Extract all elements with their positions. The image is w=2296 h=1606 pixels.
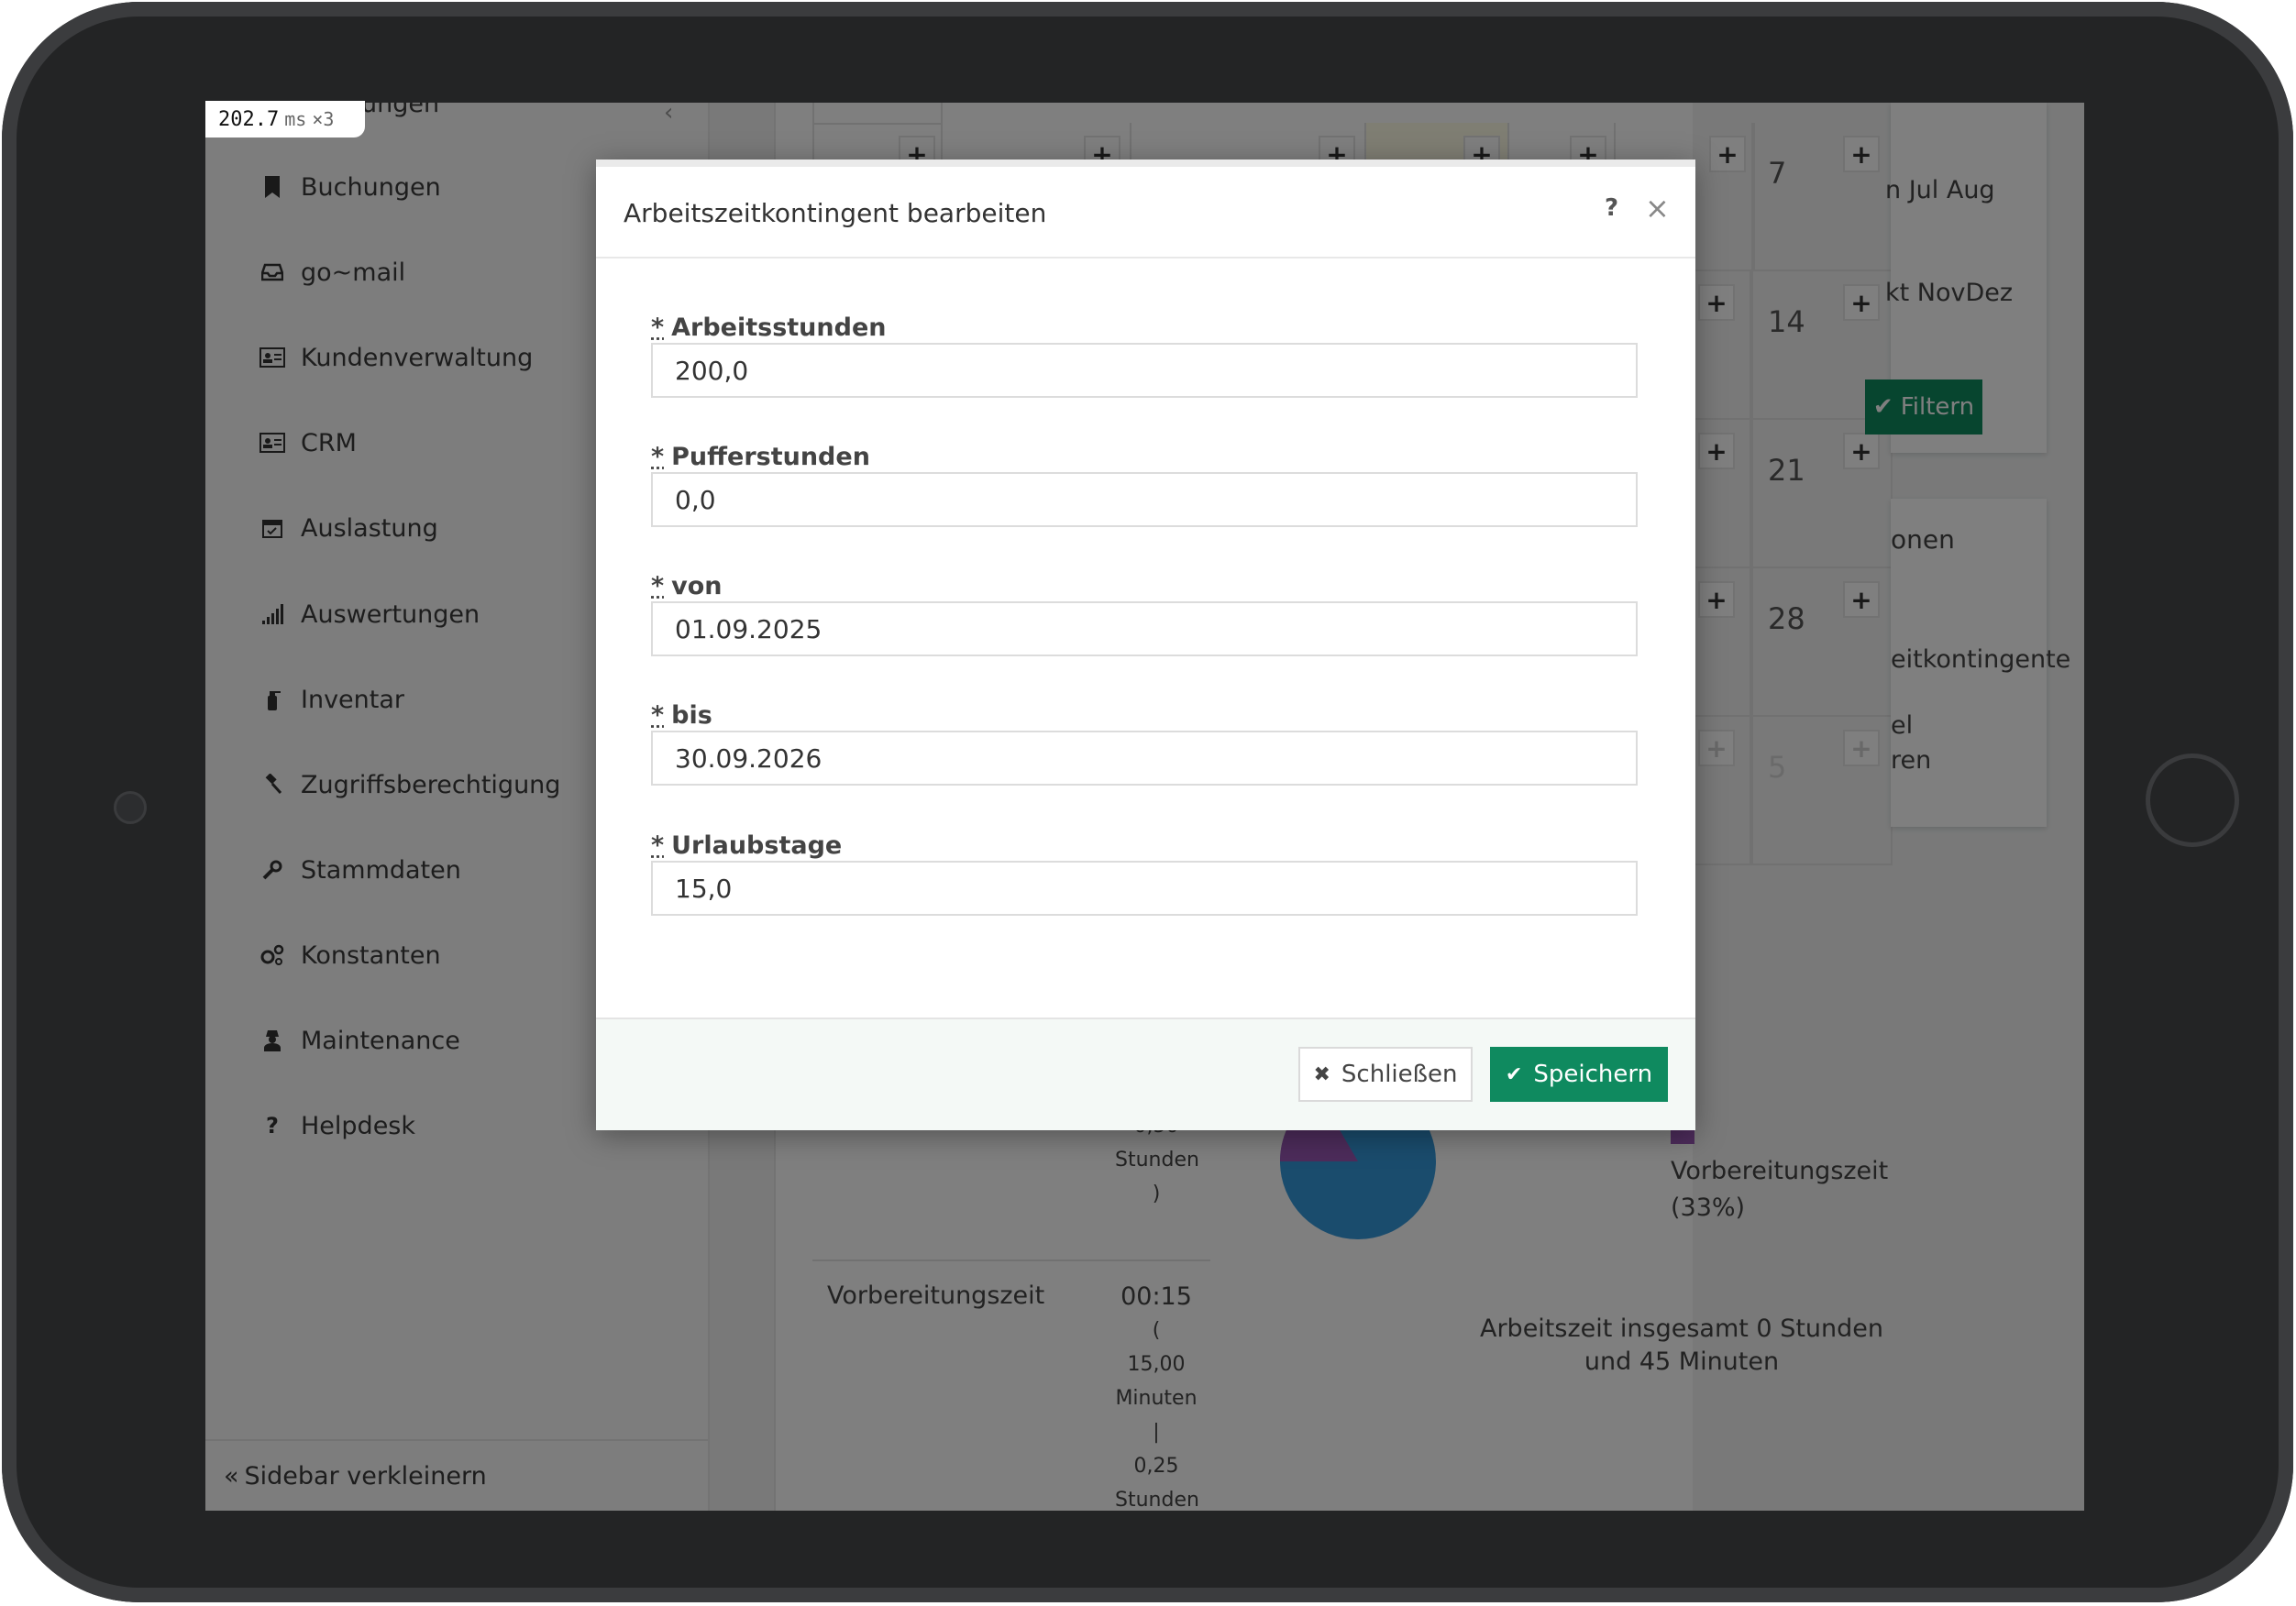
urlaubstage-input[interactable]	[651, 861, 1638, 916]
field-label-text: Pufferstunden	[671, 443, 870, 471]
perf-badge: 202.7 ms ×3	[205, 101, 365, 138]
required-marker: *	[651, 314, 665, 342]
field-label-text: Urlaubstage	[671, 831, 843, 860]
dialog-header: Arbeitszeitkontingent bearbeiten ? ×	[596, 160, 1695, 258]
perf-value: 202.7	[218, 107, 280, 131]
check-icon: ✔	[1505, 1062, 1523, 1086]
save-button[interactable]: ✔ Speichern	[1490, 1047, 1668, 1102]
help-icon[interactable]: ?	[1605, 194, 1618, 222]
von-date-input[interactable]	[651, 601, 1638, 656]
dialog-title: Arbeitszeitkontingent bearbeiten	[624, 198, 1047, 228]
required-marker: *	[651, 701, 665, 730]
field-label-text: Arbeitsstunden	[671, 314, 887, 342]
edit-dialog: Arbeitszeitkontingent bearbeiten ? × * Ar…	[596, 160, 1695, 1130]
perf-multiplier: ×3	[312, 108, 335, 130]
field-label-text: bis	[671, 701, 712, 730]
pufferstunden-input[interactable]	[651, 472, 1638, 527]
close-button-label: Schließen	[1341, 1061, 1458, 1088]
required-marker: *	[651, 831, 665, 860]
close-button[interactable]: ✖ Schließen	[1298, 1047, 1473, 1102]
camera-icon	[114, 791, 147, 824]
x-icon: ✖	[1313, 1062, 1330, 1086]
dialog-footer: ✖ Schließen ✔ Speichern	[596, 1018, 1695, 1130]
field-label-text: von	[671, 572, 723, 600]
save-button-label: Speichern	[1533, 1061, 1653, 1088]
required-marker: *	[651, 572, 665, 600]
field-label-arbeitsstunden: * Arbeitsstunden	[651, 314, 887, 342]
required-marker: *	[651, 443, 665, 471]
app-screen: ungen ‹ Buchungen go~mail Kundenverwaltu…	[205, 103, 2084, 1511]
perf-unit: ms	[284, 108, 307, 130]
home-button[interactable]	[2146, 754, 2239, 847]
field-label-bis: * bis	[651, 701, 712, 730]
field-label-urlaubstage: * Urlaubstage	[651, 831, 842, 860]
bis-date-input[interactable]	[651, 731, 1638, 786]
field-label-von: * von	[651, 572, 723, 600]
arbeitsstunden-input[interactable]	[651, 343, 1638, 398]
close-icon[interactable]: ×	[1645, 191, 1670, 226]
field-label-pufferstunden: * Pufferstunden	[651, 443, 870, 471]
